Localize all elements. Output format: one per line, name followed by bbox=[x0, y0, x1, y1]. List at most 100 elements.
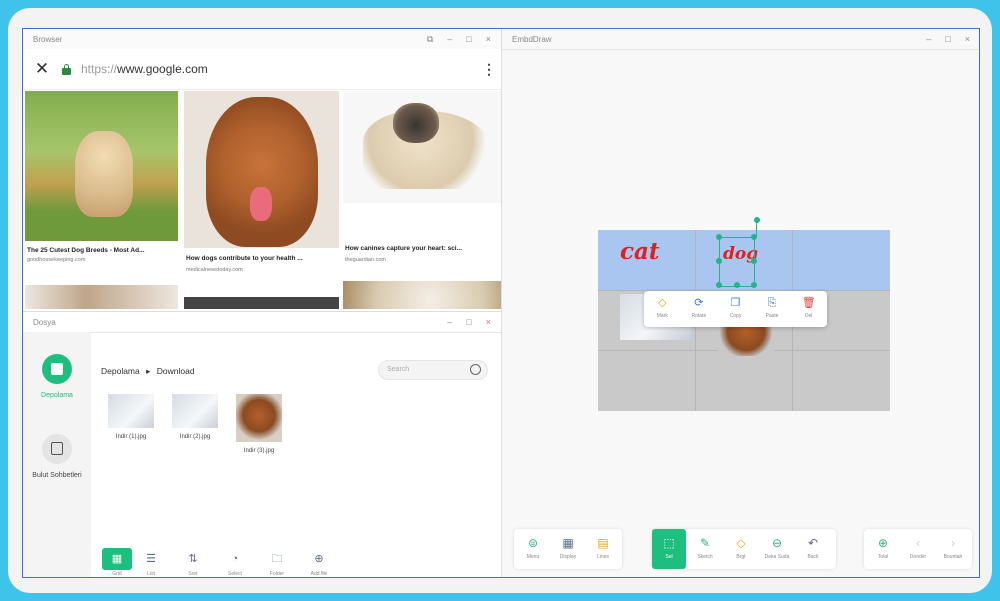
close-tab-icon[interactable]: ✕ bbox=[27, 59, 57, 79]
result-caption: How dogs contribute to your health ... bbox=[186, 255, 303, 262]
files-title: Dosya bbox=[33, 317, 56, 327]
image-result[interactable]: How canines capture your heart: sci... t… bbox=[343, 91, 501, 309]
tool-label: Total bbox=[877, 554, 889, 560]
more-menu-icon[interactable]: ⋮ bbox=[477, 61, 501, 78]
display-button[interactable]: ▦ Display bbox=[551, 529, 585, 569]
minimize-icon[interactable]: – bbox=[447, 34, 452, 45]
image-result[interactable]: The 25 Cutest Dog Breeds - Most Ad... go… bbox=[25, 91, 178, 309]
whiteboard-window: EmbdDraw – □ × cat dog ◇ Mark ⟳ Rotate ❐… bbox=[501, 29, 979, 577]
resize-handle[interactable] bbox=[716, 282, 722, 288]
breadcrumb-folder[interactable]: Download bbox=[157, 366, 195, 376]
lines-button[interactable]: ▤ Lines bbox=[586, 529, 620, 569]
rotate-handle[interactable] bbox=[754, 217, 760, 223]
search-icon[interactable] bbox=[470, 364, 481, 375]
list-icon: ☰ bbox=[146, 553, 156, 565]
menu-label: Rotate bbox=[691, 313, 707, 319]
sidebar-item-label: Depolama bbox=[41, 392, 73, 399]
toolbar-group-left: ⊜ Menu ▦ Display ▤ Lines bbox=[514, 529, 622, 569]
file-item[interactable]: Indir (3).jpg bbox=[229, 394, 289, 454]
tool-label: Brgt bbox=[736, 554, 746, 560]
clear-tool-button[interactable]: ⊖ Deka Suda bbox=[760, 529, 794, 569]
file-thumbnail bbox=[236, 394, 282, 442]
add-page-button[interactable]: ⊕ Total bbox=[866, 529, 900, 569]
previous-page-button[interactable]: ‹ Donder bbox=[901, 529, 935, 569]
whiteboard-titlebar[interactable]: EmbdDraw – □ × bbox=[502, 29, 979, 50]
minimize-icon[interactable]: – bbox=[447, 317, 452, 327]
result-source: theguardian.com bbox=[345, 257, 386, 263]
file-item[interactable]: Indir (2).jpg bbox=[165, 394, 225, 440]
sidebar-item-depolama[interactable]: Depolama bbox=[23, 354, 91, 399]
menu-label: Copy bbox=[729, 313, 742, 319]
close-icon[interactable]: × bbox=[486, 317, 491, 327]
pug-image bbox=[343, 91, 501, 203]
eraser-tool-button[interactable]: ◇ Brgt bbox=[724, 529, 758, 569]
sort-button[interactable]: ⇅ Sort bbox=[177, 548, 209, 577]
menu-icon: ⊜ bbox=[527, 536, 539, 550]
file-item[interactable]: Indir (1).jpg bbox=[101, 394, 161, 440]
rotate-icon: ⟳ bbox=[694, 297, 704, 309]
close-icon[interactable]: × bbox=[965, 34, 970, 44]
browser-titlebar[interactable]: Browser ⧉ – □ × bbox=[23, 29, 501, 50]
sketch-tool-button[interactable]: ✎ Sketch bbox=[688, 529, 722, 569]
maximize-icon[interactable]: □ bbox=[945, 34, 950, 44]
resize-handle[interactable] bbox=[751, 282, 757, 288]
storage-icon bbox=[42, 354, 72, 384]
files-titlebar[interactable]: Dosya – □ × bbox=[23, 312, 501, 333]
new-folder-button[interactable]: 🗀 Folder bbox=[261, 548, 293, 577]
tool-label: Back bbox=[807, 554, 819, 560]
menu-label: Del bbox=[804, 313, 813, 319]
close-icon[interactable]: × bbox=[486, 34, 491, 45]
toolbar-label: Sort bbox=[188, 571, 198, 577]
select-tool-button[interactable]: ⬚ Sel bbox=[652, 529, 686, 569]
eraser-icon: ◇ bbox=[736, 536, 746, 550]
toolbar-label: List bbox=[147, 571, 155, 577]
list-view-button[interactable]: ☰ List bbox=[135, 548, 167, 577]
tool-label: Lines bbox=[597, 554, 609, 560]
breadcrumb-root[interactable]: Depolama bbox=[101, 366, 140, 376]
maximize-icon[interactable]: □ bbox=[466, 317, 471, 327]
chevron-right-icon: › bbox=[951, 536, 955, 550]
select-button[interactable]: ◔ Select bbox=[219, 548, 251, 577]
menu-button[interactable]: ⊜ Menu bbox=[516, 529, 550, 569]
copy-button[interactable]: ❐ Copy bbox=[717, 291, 754, 327]
add-file-button[interactable]: ⊕ Add file bbox=[303, 548, 335, 577]
search-input[interactable]: Search bbox=[378, 360, 488, 380]
file-thumbnail bbox=[172, 394, 218, 428]
pen-icon: ✎ bbox=[699, 536, 711, 550]
copy-icon: ❐ bbox=[730, 297, 741, 309]
clear-icon: ⊖ bbox=[771, 536, 783, 550]
tool-label: Sel bbox=[665, 554, 673, 560]
selection-box[interactable] bbox=[719, 237, 755, 287]
browser-title: Browser bbox=[33, 34, 63, 44]
image-results: The 25 Cutest Dog Breeds - Most Ad... go… bbox=[25, 91, 501, 311]
maximize-icon[interactable]: □ bbox=[466, 34, 471, 45]
url-field[interactable]: https://www.google.com bbox=[81, 62, 477, 76]
resize-handle[interactable] bbox=[734, 282, 740, 288]
image-result[interactable]: How dogs contribute to your health ... m… bbox=[184, 91, 339, 309]
undo-button[interactable]: ↶ Back bbox=[796, 529, 830, 569]
mark-button[interactable]: ◇ Mark bbox=[644, 291, 681, 327]
minimize-icon[interactable]: – bbox=[926, 34, 931, 44]
breadcrumb[interactable]: Depolama ▸ Download bbox=[101, 366, 195, 377]
tile-icon[interactable]: ⧉ bbox=[427, 34, 433, 45]
dog-image bbox=[184, 91, 339, 248]
handwriting-cat[interactable]: cat bbox=[620, 238, 660, 265]
sidebar-item-bulut[interactable]: Bulut Sohbetleri bbox=[23, 434, 91, 479]
resize-handle[interactable] bbox=[751, 234, 757, 240]
result-source: goodhousekeeping.com bbox=[27, 257, 86, 263]
resize-handle[interactable] bbox=[716, 234, 722, 240]
address-bar[interactable]: ✕ https://www.google.com ⋮ bbox=[23, 49, 501, 90]
resize-handle[interactable] bbox=[716, 258, 722, 264]
search-placeholder: Search bbox=[387, 366, 410, 373]
lock-icon bbox=[61, 64, 73, 75]
grid-view-button[interactable]: ▦ Grid bbox=[101, 548, 133, 577]
next-page-button[interactable]: › Bountah bbox=[936, 529, 970, 569]
delete-button[interactable]: 🗑 Del bbox=[790, 291, 827, 327]
tool-label: Display bbox=[559, 554, 577, 560]
resize-handle[interactable] bbox=[751, 258, 757, 264]
menu-label: Mark bbox=[656, 313, 668, 319]
paste-button[interactable]: ⎘ Paste bbox=[754, 291, 791, 327]
rotate-button[interactable]: ⟳ Rotate bbox=[681, 291, 718, 327]
add-file-icon: ⊕ bbox=[314, 553, 324, 565]
toolbar-label: Add file bbox=[310, 571, 328, 577]
